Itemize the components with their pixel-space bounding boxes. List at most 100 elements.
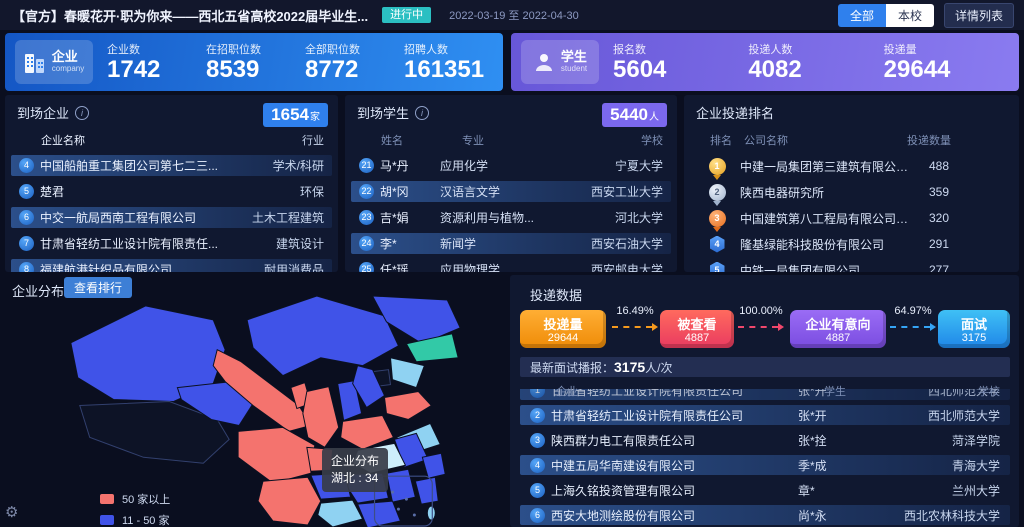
table-row: 6 中交一航局西南工程有限公司土木工程建筑 (11, 207, 332, 228)
school: 河北大学 (553, 209, 663, 226)
school: 西北农林科技大学 (850, 507, 1000, 524)
column-header: 企业 (530, 383, 824, 399)
panel-title: 到场学生 (357, 103, 409, 122)
delivery-data-panel: 投递数据 投递量 29644 16.49% 被查看 4887 100.00% 企… (510, 275, 1019, 527)
stat-label: 全部职位数 (305, 41, 404, 57)
funnel-label: 投递量 (520, 314, 606, 333)
row-number-badge: 5 (530, 483, 545, 498)
building-icon (24, 50, 46, 74)
row-number-badge: 21 (359, 158, 374, 173)
funnel-label: 企业有意向 (790, 314, 886, 333)
funnel-step-delivered: 投递量 29644 (520, 310, 606, 348)
stat-label: 投递人数 (748, 41, 883, 57)
student-name: 吉*娟 (380, 209, 440, 226)
stat-value: 1742 (107, 57, 206, 82)
school-button[interactable]: 本校 (886, 4, 934, 27)
column-header: 排名 (698, 132, 744, 148)
school: 青海大学 (850, 457, 1000, 474)
company-name: 中交一航局西南工程有限公司 (40, 209, 228, 226)
student-name: 张*拴 (798, 432, 850, 449)
table-row: 7甘肃省轻纺工业设计院有限责任...建筑设计 (11, 233, 332, 254)
company-name: 福建航港针织品有限公司 (40, 261, 228, 272)
legend-item: 11 - 50 家 (100, 512, 170, 527)
funnel-percent: 64.97% (890, 305, 936, 317)
column-header: 学校 (553, 132, 663, 148)
info-icon[interactable]: i (75, 106, 89, 120)
province-guangdong[interactable] (358, 501, 401, 527)
province-taiwan[interactable] (427, 506, 435, 520)
table-row: 4隆基绿能科技股份有限公司291 (684, 234, 1019, 254)
legend-swatch-blue (100, 515, 114, 525)
funnel-label: 被查看 (660, 314, 734, 333)
bronze-medal-icon: 3 (709, 210, 726, 227)
row-number-badge: 25 (359, 262, 374, 272)
school: 西安邮电大学 (553, 261, 663, 272)
school: 西安工业大学 (553, 183, 663, 200)
student-icon-tile: 学生 student (521, 40, 599, 84)
table-row: 23吉*娟资源利用与植物...河北大学 (351, 207, 671, 228)
province-shaanxi[interactable] (303, 387, 339, 448)
funnel-percent: 16.49% (612, 305, 658, 317)
silver-medal-icon: 2 (709, 184, 726, 201)
industry: 建筑设计 (228, 235, 324, 252)
legend-label: 11 - 50 家 (122, 512, 170, 527)
province-liaoning[interactable] (390, 358, 424, 388)
table-row: 6西安大地测绘股份有限公司尚*永西北农林科技大学 (520, 505, 1010, 525)
row-number-badge: 6 (530, 508, 545, 523)
row-number-badge: 6 (19, 210, 34, 225)
gear-icon[interactable]: ⚙ (5, 503, 18, 521)
student-name: 李* (380, 235, 440, 252)
attending-students-panel: 到场学生 i 5440人 姓名 专业 学校 21马*丹应用化学宁夏大学 22胡*… (345, 95, 677, 272)
province-inner-mongolia[interactable] (247, 296, 398, 376)
company-name: 中国船舶重工集团公司第七二三... (40, 157, 228, 174)
top-bar: 【官方】春暖花开·职为你来——西北五省高校2022届毕业生... 进行中 202… (0, 0, 1024, 30)
table-row: 5上海久铭投资管理有限公司章*兰州大学 (520, 480, 1010, 500)
panel-title: 企业投递排名 (696, 103, 774, 122)
delivery-count: 320 (911, 211, 1009, 225)
province-zhejiang[interactable] (422, 453, 445, 478)
company-name: 中建一局集团第三建筑有限公司... (740, 158, 911, 175)
row-number-badge: 4 (530, 458, 545, 473)
date-range: 2022-03-19 至 2022-04-30 (449, 7, 579, 23)
school: 西北师范大学 (850, 407, 1000, 424)
province-fujian[interactable] (415, 477, 438, 504)
province-jiangxi[interactable] (386, 469, 415, 502)
school: 菏泽学院 (850, 432, 1000, 449)
attending-companies-panel: 到场企业 i 1654家 企业名称 行业 4中国船舶重工集团公司第七二三...学… (5, 95, 338, 272)
province-shandong[interactable] (385, 392, 432, 420)
row-number-badge: 7 (19, 236, 34, 251)
school: 西安石油大学 (553, 235, 663, 252)
column-header: 投递数量 (907, 132, 1005, 148)
table-row: 4中建五局华南建设有限公司季*成青海大学 (520, 455, 1010, 475)
status-badge: 进行中 (382, 7, 431, 23)
province-guangxi[interactable] (318, 500, 363, 527)
industry: 土木工程建筑 (228, 209, 324, 226)
funnel-percent: 100.00% (738, 305, 784, 317)
stat-value: 8772 (305, 57, 404, 82)
province-sichuan[interactable] (238, 427, 315, 483)
info-icon[interactable]: i (415, 106, 429, 120)
row-number-badge: 5 (19, 184, 34, 199)
broadcast-value: 3175 (614, 359, 645, 375)
table-row: 5中铁一局集团有限公司277 (684, 260, 1019, 272)
detail-list-button[interactable]: 详情列表 (944, 3, 1014, 28)
row-number-badge: 24 (359, 236, 374, 251)
row-number-badge: 8 (19, 262, 34, 272)
company-stats-card: 企业 company 企业数1742 在招职位数8539 全部职位数8772 招… (5, 33, 503, 91)
table-row: 4中国船舶重工集团公司第七二三...学术/科研 (11, 155, 332, 176)
all-button[interactable]: 全部 (838, 4, 886, 27)
province-yunnan[interactable] (258, 477, 321, 525)
stat-value: 4082 (748, 57, 883, 82)
stat-label: 投递量 (884, 41, 1019, 57)
province-henan[interactable] (341, 415, 394, 449)
company-name: 楚君 (40, 183, 228, 200)
rank-hexagon-icon: 4 (710, 236, 725, 253)
student-name: 张*开 (798, 407, 850, 424)
stat-value: 161351 (404, 57, 503, 82)
table-row: 2陕西电器研究所359 (684, 182, 1019, 202)
delivery-count: 291 (911, 237, 1009, 251)
student-name: 马*丹 (380, 157, 440, 174)
table-row: 24 李*新闻学西安石油大学 (351, 233, 671, 254)
major: 新闻学 (440, 235, 553, 252)
table-row: 3陕西群力电工有限责任公司张*拴菏泽学院 (520, 430, 1010, 450)
